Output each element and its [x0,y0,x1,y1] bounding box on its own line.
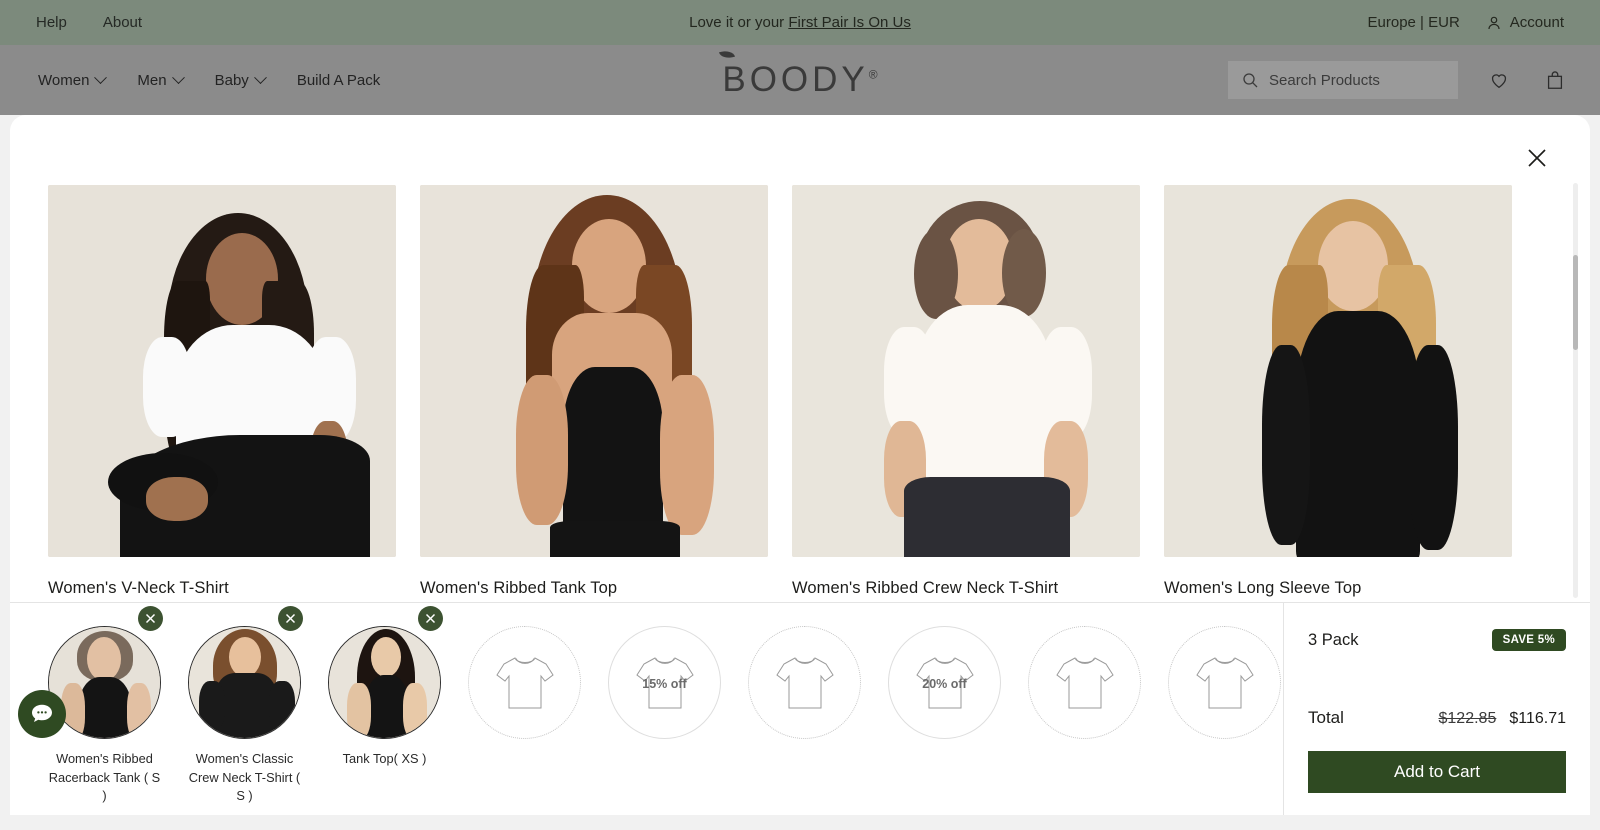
announcement-bar: Help About Love it or your First Pair Is… [0,0,1600,45]
product-name: Women's Long Sleeve Top [1164,579,1362,597]
pack-slot-filled[interactable]: Women's Ribbed Racerback Tank ( S ) [48,603,163,806]
slot-placeholder [1028,626,1141,739]
discounted-price: $116.71 [1509,710,1566,727]
pack-slot-empty[interactable] [1168,603,1281,739]
product-card[interactable]: Women's Long Sleeve Top [1164,185,1512,598]
cart-button[interactable] [1540,65,1570,95]
main-navbar: Women Men Baby Build A Pack BOODY® Searc… [0,45,1600,115]
slot-placeholder: 20% off [888,626,1001,739]
slot-placeholder [748,626,861,739]
pack-slot-filled[interactable]: Tank Top( XS ) [328,603,443,769]
registered-mark: ® [868,67,878,82]
total-prices: $122.85 $116.71 [1439,710,1567,728]
total-row: Total $122.85 $116.71 [1308,708,1566,728]
slot-discount-label: 20% off [922,677,967,691]
pack-slot-filled[interactable]: Women's Classic Crew Neck T-Shirt ( S ) [188,603,303,806]
product-image [420,185,768,557]
region-selector[interactable]: Europe | EUR [1368,14,1460,31]
product-scrollbar-track[interactable] [1573,183,1578,598]
search-icon [1243,73,1258,88]
person-icon [1488,16,1500,29]
tshirt-icon [1195,656,1254,708]
tshirt-icon [495,656,554,708]
close-icon [425,613,436,624]
close-icon [145,613,156,624]
logo-text: BOODY [722,60,869,99]
slot-thumbnail [188,626,301,739]
promo-message: Love it or your First Pair Is On Us [0,14,1600,31]
add-to-cart-button[interactable]: Add to Cart [1308,751,1566,793]
chat-widget-button[interactable] [18,690,66,738]
build-a-pack-modal: Women's V-Neck T-Shirt Women's Ribbed Ta… [10,115,1590,815]
product-name: Women's Ribbed Tank Top [420,579,618,597]
slot-label: Women's Classic Crew Neck T-Shirt ( S ) [188,751,301,804]
pack-builder-bar: Women's Ribbed Racerback Tank ( S ) Wome… [10,602,1590,815]
search-placeholder-text: Search Products [1269,71,1380,89]
page-root: Help About Love it or your First Pair Is… [0,0,1600,830]
slot-label: Tank Top( XS ) [342,751,427,766]
chat-bubble-icon [32,704,52,722]
promo-link[interactable]: First Pair Is On Us [788,14,911,31]
product-grid-scroll-area: Women's V-Neck T-Shirt Women's Ribbed Ta… [10,115,1590,600]
pack-slot-empty[interactable] [1028,603,1141,739]
bag-icon [1547,71,1563,89]
remove-slot-button[interactable] [418,606,443,631]
remove-slot-button[interactable] [138,606,163,631]
account-link[interactable]: Account [1486,14,1564,31]
site-header: Help About Love it or your First Pair Is… [0,0,1600,115]
pack-slot-empty[interactable]: 20% off [888,603,1001,739]
product-scrollbar-thumb[interactable] [1573,255,1578,350]
tshirt-icon [1055,656,1114,708]
slot-thumbnail [48,626,161,739]
nav-utilities: Search Products [1228,45,1570,115]
close-icon [285,613,296,624]
leaf-icon [719,48,736,61]
promo-prefix: Love it or your [689,14,789,31]
wishlist-button[interactable] [1484,65,1514,95]
total-label: Total [1308,708,1344,727]
slot-placeholder: 15% off [608,626,721,739]
product-image [792,185,1140,557]
pack-slot-empty[interactable] [468,603,581,739]
product-card[interactable]: Women's V-Neck T-Shirt [48,185,396,598]
slot-label: Women's Ribbed Racerback Tank ( S ) [48,751,161,804]
product-image [48,185,396,557]
product-grid: Women's V-Neck T-Shirt Women's Ribbed Ta… [48,185,1512,598]
product-image [1164,185,1512,557]
pack-summary-row: 3 Pack SAVE 5% [1308,629,1566,651]
heart-icon [1491,74,1507,89]
original-price: $122.85 [1438,710,1497,727]
slot-placeholder [468,626,581,739]
product-card[interactable]: Women's Ribbed Tank Top [420,185,768,598]
remove-slot-button[interactable] [278,606,303,631]
announcement-right: Europe | EUR Account [1368,14,1564,31]
slot-discount-label: 15% off [642,677,687,691]
search-input[interactable]: Search Products [1228,61,1458,99]
pack-price-panel: 3 Pack SAVE 5% Total $122.85 $116.71 Add… [1283,603,1590,815]
save-badge: SAVE 5% [1491,629,1566,651]
account-label: Account [1509,14,1564,31]
slot-thumbnail [328,626,441,739]
product-name: Women's Ribbed Crew Neck T-Shirt [792,579,1059,597]
pack-slots-strip: Women's Ribbed Racerback Tank ( S ) Wome… [10,603,1283,815]
product-card[interactable]: Women's Ribbed Crew Neck T-Shirt [792,185,1140,598]
slot-placeholder [1168,626,1281,739]
pack-slot-empty[interactable]: 15% off [608,603,721,739]
pack-count-label: 3 Pack [1308,630,1359,649]
pack-slot-empty[interactable] [748,603,861,739]
tshirt-icon [775,656,834,708]
product-name: Women's V-Neck T-Shirt [48,579,229,597]
